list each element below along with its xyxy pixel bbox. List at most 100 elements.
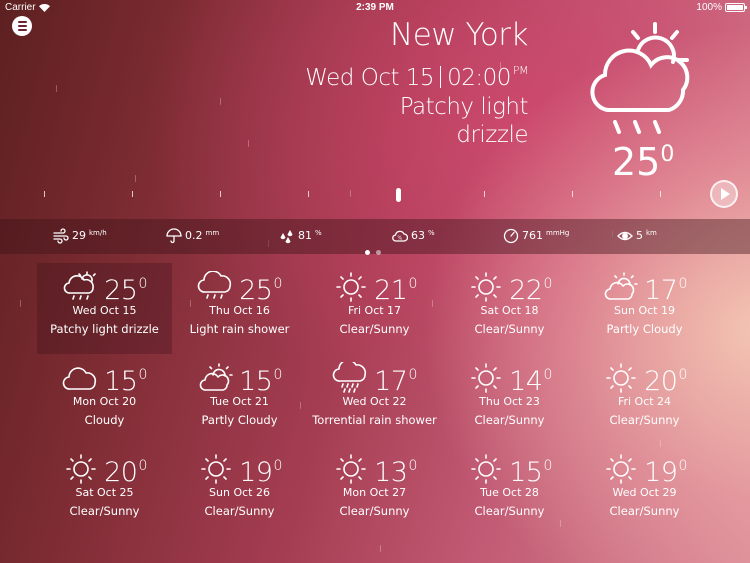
- forecast-description: Clear/Sunny: [474, 504, 545, 518]
- forecast-date: Tue Oct 21: [210, 395, 269, 408]
- timeline-tick: [660, 191, 661, 197]
- forecast-top: 150: [172, 362, 307, 397]
- metric-pressure: 761 mmHg: [503, 228, 569, 244]
- timeline-tick: [132, 191, 133, 197]
- forecast-day-card[interactable]: 220 Sat Oct 18 Clear/Sunny: [442, 263, 577, 354]
- forecast-day-card[interactable]: 190 Wed Oct 29 Clear/Sunny: [577, 445, 712, 536]
- timeline-tick: [220, 191, 221, 197]
- sun-icon: [201, 454, 231, 484]
- forecast-top: 190: [172, 453, 307, 487]
- metric-cloud-cover: % 63%: [392, 228, 435, 244]
- forecast-date: Sun Oct 26: [209, 486, 270, 499]
- forecast-date: Thu Oct 16: [209, 304, 270, 317]
- forecast-temp: 190: [644, 456, 687, 488]
- forecast-temp: 210: [374, 274, 417, 306]
- forecast-temp: 250: [239, 274, 282, 306]
- forecast-top: 190: [577, 453, 712, 488]
- status-battery: 100%: [696, 2, 747, 13]
- forecast-temp: 200: [104, 456, 147, 488]
- forecast-day-card[interactable]: 140 Thu Oct 23 Clear/Sunny: [442, 354, 577, 445]
- forecast-day-card[interactable]: 150 Tue Oct 28 Clear/Sunny: [442, 445, 577, 536]
- sun-icon: [336, 454, 366, 484]
- forecast-date: Tue Oct 28: [480, 486, 539, 499]
- forecast-day-card[interactable]: 150 Tue Oct 21 Partly Cloudy: [172, 354, 307, 445]
- current-ampm: PM: [512, 64, 529, 77]
- forecast-description: Clear/Sunny: [339, 322, 410, 336]
- forecast-description: Torrential rain shower: [312, 413, 437, 427]
- forecast-top: 130: [307, 453, 442, 487]
- forecast-date: Sun Oct 19: [614, 304, 675, 317]
- sun-icon: [66, 454, 96, 484]
- partly-cloudy-icon: [199, 363, 233, 391]
- forecast-top: 140: [442, 362, 577, 397]
- forecast-day-card[interactable]: 130 Mon Oct 27 Clear/Sunny: [307, 445, 442, 536]
- forecast-day-card[interactable]: 210 Fri Oct 17 Clear/Sunny: [307, 263, 442, 354]
- page-indicator[interactable]: [365, 250, 381, 255]
- sun-icon: [471, 272, 501, 302]
- cloud-icon: [62, 367, 97, 390]
- forecast-top: 220: [442, 271, 577, 306]
- play-button[interactable]: [710, 180, 738, 208]
- sun-icon: [606, 363, 636, 393]
- forecast-date: Wed Oct 15: [72, 304, 137, 317]
- forecast-description: Clear/Sunny: [474, 413, 545, 427]
- forecast-day-card[interactable]: 170 Wed Oct 22 Torrential rain shower: [307, 354, 442, 445]
- forecast-top: 200: [577, 362, 712, 397]
- timeline-tick: [308, 191, 309, 197]
- forecast-date: Fri Oct 17: [347, 304, 402, 317]
- forecast-temp: 150: [509, 456, 552, 488]
- timeline-tick: [572, 191, 573, 197]
- forecast-description: Clear/Sunny: [339, 504, 410, 518]
- metric-visibility: 5 km: [617, 228, 657, 244]
- forecast-top: 250: [37, 271, 172, 306]
- forecast-day-card[interactable]: 200 Fri Oct 24 Clear/Sunny: [577, 354, 712, 445]
- city-name[interactable]: New York: [305, 16, 528, 54]
- forecast-temp: 200: [644, 365, 687, 397]
- battery-icon: [725, 3, 747, 12]
- forecast-top: 200: [37, 453, 172, 488]
- battery-percent: 100%: [696, 2, 722, 13]
- menu-button[interactable]: [12, 16, 32, 36]
- forecast-date: Mon Oct 27: [342, 486, 407, 499]
- forecast-temp: 220: [509, 274, 552, 306]
- forecast-day-card[interactable]: 250 Thu Oct 16 Light rain shower: [172, 263, 307, 354]
- forecast-temp: 150: [239, 365, 282, 397]
- forecast-description: Clear/Sunny: [474, 322, 545, 336]
- forecast-day-card[interactable]: 250 Wed Oct 15 Patchy light drizzle: [37, 263, 172, 354]
- forecast-description: Cloudy: [84, 413, 125, 427]
- forecast-day-card[interactable]: 200 Sat Oct 25 Clear/Sunny: [37, 445, 172, 536]
- forecast-description: Patchy light drizzle: [50, 322, 159, 336]
- forecast-temp: 250: [104, 274, 147, 306]
- forecast-temp: 170: [374, 365, 417, 397]
- forecast-day-card[interactable]: 150 Mon Oct 20 Cloudy: [37, 354, 172, 445]
- gauge-icon: [503, 228, 519, 244]
- forecast-description: Clear/Sunny: [69, 504, 140, 518]
- menu-icon: [17, 21, 27, 23]
- forecast-day-card[interactable]: 170 Sun Oct 19 Partly Cloudy: [577, 263, 712, 354]
- forecast-temp: 150: [104, 365, 147, 397]
- forecast-date: Sat Oct 25: [75, 486, 134, 499]
- page-dot[interactable]: [376, 250, 381, 255]
- status-time: 2:39 PM: [356, 2, 394, 13]
- metric-precipitation: 0.2 mm: [166, 228, 219, 244]
- cloud-percent-icon: %: [392, 230, 408, 242]
- hour-timeline-slider[interactable]: [0, 188, 700, 202]
- forecast-day-card[interactable]: 190 Sun Oct 26 Clear/Sunny: [172, 445, 307, 536]
- forecast-top: 150: [442, 453, 577, 488]
- forecast-top: 210: [307, 271, 442, 306]
- forecast-date: Sat Oct 18: [480, 304, 539, 317]
- forecast-grid: 250 Wed Oct 15 Patchy light drizzle 250 Thu …: [37, 263, 712, 536]
- drizzle-icon: [63, 271, 96, 300]
- current-condition: Patchy light drizzle: [399, 94, 529, 148]
- timeline-handle[interactable]: [396, 188, 401, 202]
- svg-text:%: %: [398, 236, 403, 242]
- forecast-description: Partly Cloudy: [606, 322, 683, 336]
- current-weather-header: New York Wed Oct 15 02:00 PM Patchy light …: [305, 16, 528, 149]
- current-date: Wed Oct 15: [305, 65, 435, 91]
- forecast-description: Clear/Sunny: [609, 504, 680, 518]
- metrics-bar: 29 km/h 0.2 mm 81% % 63% 761 mmHg 5 km: [0, 219, 750, 254]
- forecast-temp: 140: [509, 365, 552, 397]
- page-dot[interactable]: [365, 250, 370, 255]
- forecast-top: 170: [577, 271, 712, 305]
- sun-icon: [471, 454, 501, 484]
